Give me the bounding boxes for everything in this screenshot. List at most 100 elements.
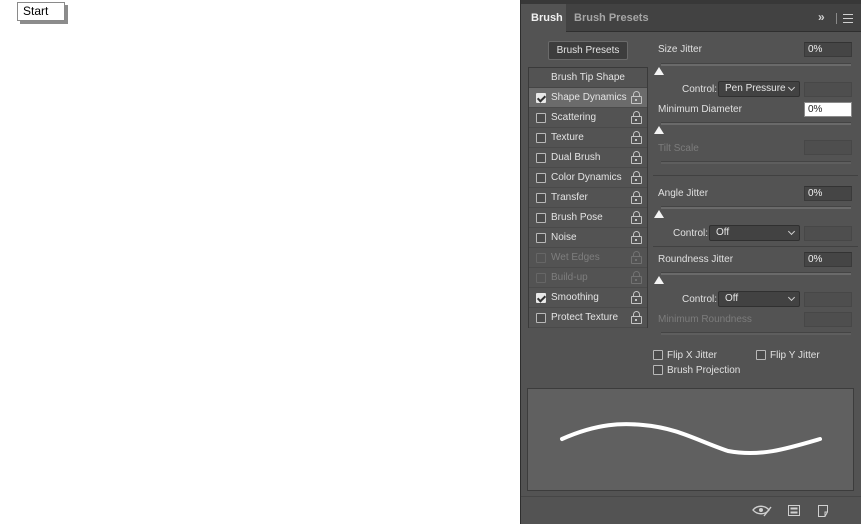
brush-pose-checkbox[interactable]: [536, 213, 546, 223]
size-jitter-control-value: Pen Pressure: [725, 83, 786, 94]
lock-icon[interactable]: [631, 91, 642, 104]
noise-checkbox[interactable]: [536, 233, 546, 243]
lock-icon[interactable]: [631, 131, 642, 144]
lock-icon[interactable]: [631, 151, 642, 164]
minimum-diameter-slider[interactable]: [661, 122, 851, 125]
section-divider: [653, 175, 858, 176]
protect-texture-label: Protect Texture: [551, 312, 619, 323]
chevron-down-icon: [787, 293, 796, 302]
minimum-diameter-slider-thumb[interactable]: [654, 126, 664, 134]
brush-option-texture[interactable]: Texture: [529, 128, 647, 148]
tab-brush-presets[interactable]: Brush Presets: [574, 4, 649, 32]
texture-checkbox[interactable]: [536, 133, 546, 143]
flip-y-jitter-checkbox[interactable]: [756, 350, 766, 360]
flip-x-jitter-checkbox[interactable]: [653, 350, 663, 360]
dual-brush-label: Dual Brush: [551, 152, 601, 163]
size-jitter-field[interactable]: 0%: [804, 42, 852, 57]
scattering-label: Scattering: [551, 112, 597, 123]
brush-option-noise[interactable]: Noise: [529, 228, 647, 248]
roundness-jitter-slider[interactable]: [661, 272, 851, 275]
brush-option-protect-texture[interactable]: Protect Texture: [529, 308, 647, 328]
roundness-jitter-control-dropdown[interactable]: Off: [718, 291, 800, 307]
angle-jitter-label: Angle Jitter: [658, 188, 709, 199]
brush-option-shape-dynamics[interactable]: Shape Dynamics: [529, 88, 647, 108]
hamburger-menu-icon[interactable]: [843, 14, 853, 23]
brush-panel-icon[interactable]: [788, 505, 800, 516]
size-jitter-slider[interactable]: [661, 63, 851, 66]
lock-icon[interactable]: [631, 111, 642, 124]
angle-jitter-slider-thumb[interactable]: [654, 210, 664, 218]
lock-icon: [631, 271, 642, 284]
lock-icon: [631, 251, 642, 264]
build-up-checkbox: [536, 273, 546, 283]
stroke-preview-graphic: [560, 422, 822, 456]
collapse-panel-icon[interactable]: »: [818, 10, 825, 24]
lock-icon[interactable]: [631, 231, 642, 244]
transfer-checkbox[interactable]: [536, 193, 546, 203]
tab-brush[interactable]: Brush: [521, 4, 566, 32]
lock-icon[interactable]: [631, 291, 642, 304]
color-dynamics-checkbox[interactable]: [536, 173, 546, 183]
minimum-diameter-label: Minimum Diameter: [658, 104, 742, 115]
lock-icon[interactable]: [631, 171, 642, 184]
angle-jitter-control-label: Control:: [673, 228, 709, 239]
angle-jitter-control-field: [804, 226, 852, 241]
transfer-label: Transfer: [551, 192, 588, 203]
chevron-down-icon: [787, 83, 796, 92]
panel-bottom-bar: [521, 496, 861, 524]
brush-option-transfer[interactable]: Transfer: [529, 188, 647, 208]
brush-panel: Brush Brush Presets » Brush Presets Brus…: [520, 0, 861, 524]
brush-projection-checkbox[interactable]: [653, 365, 663, 375]
scattering-checkbox[interactable]: [536, 113, 546, 123]
minimum-diameter-field[interactable]: 0%: [804, 102, 852, 117]
lock-icon[interactable]: [631, 211, 642, 224]
lock-icon[interactable]: [631, 191, 642, 204]
brush-option-dual-brush[interactable]: Dual Brush: [529, 148, 647, 168]
brush-tip-shape-item[interactable]: Brush Tip Shape: [529, 68, 647, 88]
eye-toggle-icon[interactable]: [752, 505, 772, 517]
shape-dynamics-checkbox[interactable]: [536, 93, 546, 103]
brush-presets-button[interactable]: Brush Presets: [548, 41, 628, 60]
flip-x-jitter-label: Flip X Jitter: [667, 350, 718, 361]
roundness-jitter-control-value: Off: [725, 293, 739, 304]
flip-y-jitter-label: Flip Y Jitter: [770, 350, 820, 361]
protect-texture-checkbox[interactable]: [536, 313, 546, 323]
brush-pose-label: Brush Pose: [551, 212, 603, 223]
noise-label: Noise: [551, 232, 577, 243]
dual-brush-checkbox[interactable]: [536, 153, 546, 163]
roundness-jitter-slider-thumb[interactable]: [654, 276, 664, 284]
brush-option-scattering[interactable]: Scattering: [529, 108, 647, 128]
section-divider: [653, 246, 858, 247]
color-dynamics-label: Color Dynamics: [551, 172, 622, 183]
tilt-scale-slider: [661, 161, 851, 164]
panel-tab-bar: Brush Brush Presets »: [521, 4, 861, 32]
tab-bar-separator: [836, 13, 837, 24]
start-button[interactable]: Start: [17, 2, 65, 21]
chevron-down-icon: [787, 227, 796, 236]
shape-dynamics-label: Shape Dynamics: [551, 92, 627, 103]
tilt-scale-label: Tilt Scale: [658, 143, 699, 154]
tilt-scale-field: [804, 140, 852, 155]
smoothing-checkbox[interactable]: [536, 293, 546, 303]
size-jitter-control-dropdown[interactable]: Pen Pressure: [718, 81, 800, 97]
angle-jitter-field[interactable]: 0%: [804, 186, 852, 201]
brush-option-smoothing[interactable]: Smoothing: [529, 288, 647, 308]
size-jitter-slider-thumb[interactable]: [654, 67, 664, 75]
size-jitter-label: Size Jitter: [658, 44, 702, 55]
brush-option-build-up: Build-up: [529, 268, 647, 288]
angle-jitter-slider[interactable]: [661, 206, 851, 209]
minimum-roundness-field: [804, 312, 852, 327]
lock-icon[interactable]: [631, 311, 642, 324]
wet-edges-checkbox: [536, 253, 546, 263]
brush-option-brush-pose[interactable]: Brush Pose: [529, 208, 647, 228]
brush-projection-label: Brush Projection: [667, 365, 741, 376]
new-brush-icon[interactable]: [818, 505, 830, 517]
minimum-roundness-label: Minimum Roundness: [658, 314, 752, 325]
wet-edges-label: Wet Edges: [551, 252, 600, 263]
brush-option-color-dynamics[interactable]: Color Dynamics: [529, 168, 647, 188]
brush-stroke: [560, 422, 822, 456]
angle-jitter-control-dropdown[interactable]: Off: [709, 225, 800, 241]
smoothing-label: Smoothing: [551, 292, 599, 303]
roundness-jitter-field[interactable]: 0%: [804, 252, 852, 267]
build-up-label: Build-up: [551, 272, 588, 283]
